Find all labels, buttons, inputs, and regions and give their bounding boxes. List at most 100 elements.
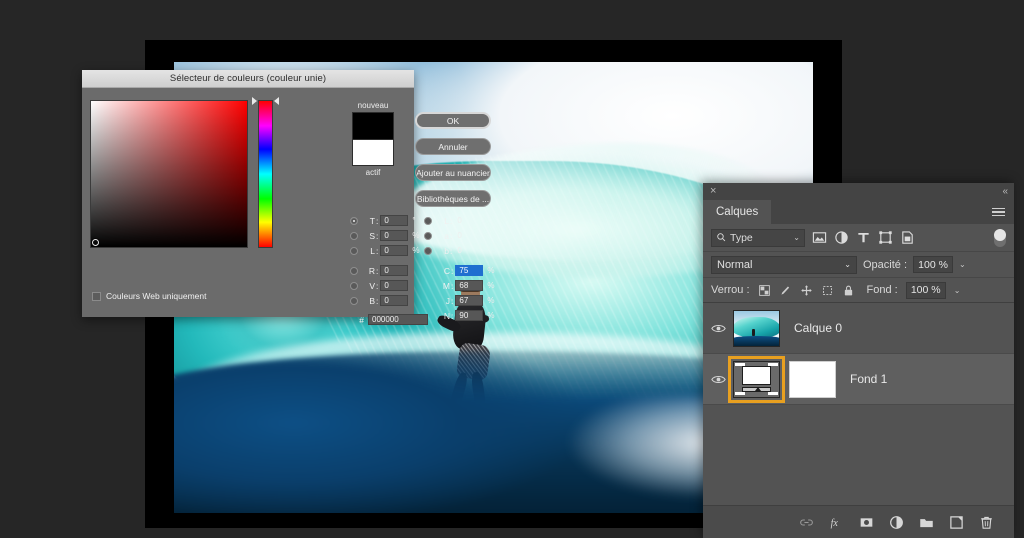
web-colors-checkbox[interactable] [92, 291, 101, 301]
hsb-row-brightness[interactable]: L : 0 % [350, 244, 428, 257]
opacity-input[interactable]: 100 % [913, 256, 954, 273]
opacity-label: Opacité : [863, 258, 908, 271]
rgb-row-red[interactable]: R : 0 [350, 264, 428, 277]
new-group-icon[interactable] [919, 515, 934, 530]
lab-l-radio[interactable] [424, 216, 432, 225]
ok-button[interactable]: OK [415, 112, 491, 129]
swatch-current[interactable] [352, 139, 394, 166]
smart-object-filter-icon[interactable] [900, 230, 915, 245]
fill-input[interactable]: 100 % [905, 281, 946, 299]
layer-visibility-toggle[interactable] [703, 374, 733, 385]
red-input[interactable]: 0 [380, 265, 409, 276]
cyan-input[interactable]: 75 [455, 265, 484, 276]
close-icon[interactable]: × [710, 186, 716, 197]
blue-radio[interactable] [350, 296, 358, 305]
hex-row[interactable]: # 000000 [350, 314, 428, 325]
table-row[interactable]: Calque 0 [703, 303, 1014, 354]
lab-b-radio[interactable] [424, 246, 432, 255]
brightness-input[interactable]: 0 [380, 245, 409, 256]
cmyk-row-j[interactable]: J : 67 % [424, 294, 495, 307]
filter-type-dropdown[interactable]: Type ⌄ [711, 228, 805, 247]
layer-thumbnail[interactable] [728, 355, 785, 403]
hsb-row-saturation[interactable]: S : 0 % [350, 229, 428, 242]
text-filter-icon[interactable] [856, 230, 871, 245]
image-filter-icon[interactable] [812, 230, 827, 245]
yellow-colon: : [451, 295, 454, 306]
lab-a-input[interactable]: 0 [454, 230, 482, 241]
brightness-radio[interactable] [350, 246, 358, 255]
add-layer-mask-icon[interactable] [859, 515, 874, 530]
lock-position-icon[interactable] [800, 284, 813, 297]
hue-colon: : [376, 215, 379, 226]
collapse-panel-icon[interactable]: « [1002, 186, 1007, 197]
rgb-row-blue[interactable]: B : 0 [350, 294, 428, 307]
lock-artboard-icon[interactable] [821, 284, 834, 297]
libraries-button[interactable]: Bibliothèques de ... [415, 190, 491, 207]
lab-l-label: L [444, 215, 449, 226]
layer-visibility-toggle[interactable] [703, 323, 733, 334]
hamburger-menu-icon[interactable] [992, 200, 1014, 224]
add-to-swatches-button[interactable]: Ajouter au nuancier [415, 164, 491, 181]
cancel-button[interactable]: Annuler [415, 138, 491, 155]
color-field-cursor[interactable] [92, 239, 99, 246]
blend-mode-row: Normal ⌄ Opacité : 100 % ⌄ [703, 252, 1014, 278]
hue-input[interactable]: 0 [380, 215, 409, 226]
layer-name[interactable]: Calque 0 [794, 321, 842, 335]
saturation-input[interactable]: 0 [380, 230, 409, 241]
layer-name[interactable]: Fond 1 [850, 372, 887, 386]
layer-mask-thumbnail[interactable] [789, 360, 836, 398]
lock-all-icon[interactable] [842, 284, 855, 297]
hex-input[interactable]: 000000 [368, 314, 428, 325]
lab-b-input[interactable]: 0 [454, 245, 482, 256]
lock-transparency-icon[interactable] [758, 284, 771, 297]
blend-mode-dropdown[interactable]: Normal ⌄ [711, 255, 857, 274]
cmyk-row-c[interactable]: C : 75 % [424, 264, 495, 277]
table-row[interactable]: Fond 1 [703, 354, 1014, 405]
layer-thumbnail[interactable] [733, 309, 780, 347]
hsb-rgb-column: T : 0 ° S : 0 % L : 0 % R: 0 V: 0 B: … [350, 214, 428, 325]
lock-pixels-icon[interactable] [779, 284, 792, 297]
hue-unit: ° [412, 216, 416, 225]
saturation-colon: : [376, 230, 379, 241]
blend-mode-value: Normal [717, 258, 753, 271]
filter-toggle-switch[interactable] [994, 228, 1006, 247]
hue-radio[interactable] [350, 216, 358, 225]
lab-a-radio[interactable] [424, 231, 432, 240]
blue-label: B [369, 295, 375, 306]
color-field[interactable] [90, 100, 248, 248]
layer-style-fx-icon[interactable]: fx [829, 515, 844, 530]
shape-filter-icon[interactable] [878, 230, 893, 245]
lab-row-a[interactable]: a : 0 [424, 229, 495, 242]
opacity-chevron-icon[interactable]: ⌄ [959, 260, 966, 269]
web-colors-only-row[interactable]: Couleurs Web uniquement [92, 291, 207, 301]
magenta-input[interactable]: 68 [455, 280, 484, 291]
saturation-radio[interactable] [350, 231, 358, 240]
lab-row-l[interactable]: L : 0 [424, 214, 495, 227]
fill-chevron-icon[interactable]: ⌄ [954, 286, 961, 295]
yellow-input[interactable]: 67 [455, 295, 484, 306]
web-colors-label: Couleurs Web uniquement [106, 291, 207, 301]
red-colon: : [376, 265, 379, 276]
cmyk-row-m[interactable]: M : 68 % [424, 279, 495, 292]
lab-row-b[interactable]: b : 0 [424, 244, 495, 257]
hue-slider[interactable] [258, 100, 273, 248]
tab-calques[interactable]: Calques [703, 200, 772, 224]
new-adjustment-layer-icon[interactable] [889, 515, 904, 530]
black-input[interactable]: 90 [455, 310, 484, 321]
layers-list: Calque 0 Fond 1 [703, 303, 1014, 405]
green-input[interactable]: 0 [380, 280, 409, 291]
swatch-new[interactable] [352, 112, 394, 139]
hsb-row-hue[interactable]: T : 0 ° [350, 214, 428, 227]
lab-b-label: b [444, 245, 449, 256]
delete-layer-icon[interactable] [979, 515, 994, 530]
cmyk-row-n[interactable]: N : 90 % [424, 309, 495, 322]
red-radio[interactable] [350, 266, 358, 275]
link-layers-icon[interactable] [799, 515, 814, 530]
adjustment-filter-icon[interactable] [834, 230, 849, 245]
lab-l-input[interactable]: 0 [454, 215, 482, 226]
green-radio[interactable] [350, 281, 358, 290]
blue-input[interactable]: 0 [380, 295, 409, 306]
rgb-row-green[interactable]: V : 0 [350, 279, 428, 292]
new-layer-icon[interactable] [949, 515, 964, 530]
magenta-unit: % [487, 281, 495, 290]
